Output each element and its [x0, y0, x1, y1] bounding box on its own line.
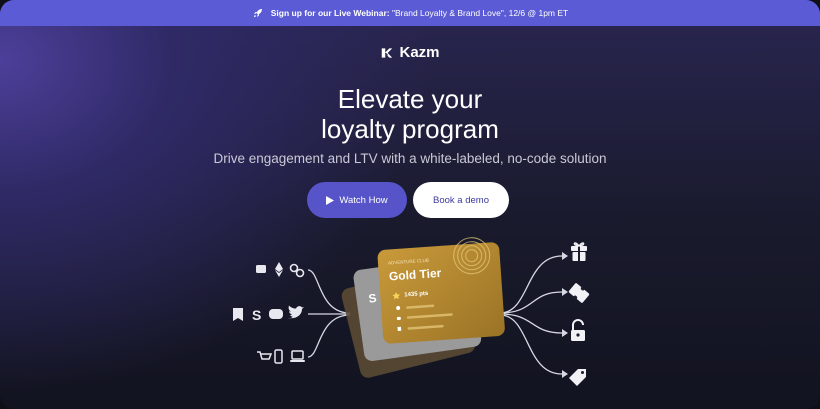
left-icons-row-1 [256, 262, 305, 278]
card-discord-icon [396, 316, 401, 321]
gift-icon [571, 242, 587, 261]
wallet-icon [256, 265, 266, 273]
unlock-icon [571, 319, 585, 341]
cart-icon [257, 351, 273, 360]
ethereum-icon [275, 262, 283, 277]
card-bookmark-icon [397, 326, 402, 332]
shopify-icon: S [252, 307, 261, 323]
right-icons [568, 242, 590, 386]
ticket-icon [568, 283, 590, 303]
tag-icon [569, 369, 586, 386]
left-icons-row-3 [257, 349, 305, 364]
gold-tier-card: ADVENTURE CLUB Gold Tier 1435 pts [377, 237, 505, 344]
right-connectors [499, 255, 563, 375]
left-connectors [307, 269, 351, 358]
page-frame: Sign up for our Live Webinar: "Brand Loy… [0, 0, 820, 409]
twitter-icon [288, 305, 304, 319]
link-icon [289, 263, 305, 278]
left-icons-row-2: S [233, 305, 304, 323]
phone-icon [274, 349, 283, 364]
discord-icon [269, 309, 283, 319]
laptop-icon [290, 350, 305, 362]
right-arrowheads [562, 252, 568, 378]
bookmark-icon [233, 308, 243, 321]
loyalty-graphic: S ADVENTURE CLUB Gold Tier 1435 pts S [233, 237, 590, 386]
